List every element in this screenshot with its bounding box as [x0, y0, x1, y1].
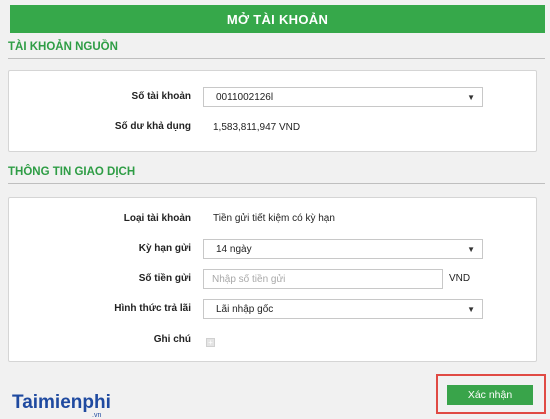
section-divider: [8, 58, 545, 59]
brand-logo: Taimienphi .vn: [12, 392, 111, 419]
account-type-label: Loại tài khoản: [123, 213, 191, 224]
confirm-button[interactable]: Xác nhận: [447, 385, 533, 405]
brand-name: Taimienphi: [12, 392, 111, 413]
page-header: MỞ TÀI KHOẢN: [10, 5, 545, 33]
account-number-value: 0011002126l: [216, 91, 274, 103]
source-account-section-title: TÀI KHOẢN NGUỒN: [8, 41, 118, 53]
transaction-section-title: THÔNG TIN GIAO DỊCH: [8, 166, 136, 178]
available-balance-value: 1,583,811,947 VND: [213, 122, 301, 133]
account-number-label: Số tài khoản: [131, 91, 191, 102]
amount-label: Số tiền gửi: [138, 273, 191, 284]
term-label: Kỳ hạn gửi: [138, 243, 191, 254]
amount-unit: VND: [449, 273, 471, 284]
amount-input[interactable]: [203, 269, 443, 289]
section-divider: [8, 183, 545, 184]
payout-select[interactable]: Lãi nhập gốc ▼: [203, 299, 483, 319]
source-account-panel: [8, 70, 537, 152]
term-value: 14 ngày: [216, 243, 252, 255]
plus-icon[interactable]: +: [206, 338, 215, 347]
account-type-value: Tiền gửi tiết kiệm có kỳ hạn: [213, 213, 335, 224]
page-title: MỞ TÀI KHOẢN: [226, 11, 329, 27]
triangle-down-icon: ▼: [467, 93, 475, 102]
payout-value: Lãi nhập gốc: [216, 303, 274, 315]
triangle-down-icon: ▼: [467, 245, 475, 254]
account-number-select[interactable]: 0011002126l ▼: [203, 87, 483, 107]
brand-domain: .vn: [92, 412, 102, 419]
payout-label: Hình thức trả lãi: [114, 303, 191, 314]
note-label: Ghi chú: [153, 334, 191, 345]
available-balance-label: Số dư khả dụng: [114, 121, 191, 132]
triangle-down-icon: ▼: [467, 305, 475, 314]
term-select[interactable]: 14 ngày ▼: [203, 239, 483, 259]
